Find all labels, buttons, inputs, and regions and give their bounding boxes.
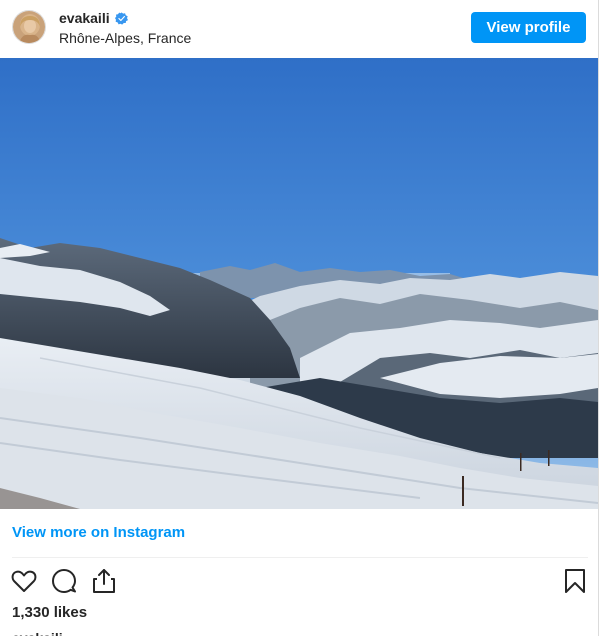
bookmark-icon[interactable] bbox=[561, 567, 589, 595]
location[interactable]: Rhône-Alpes, France bbox=[59, 29, 191, 47]
verified-badge-icon bbox=[114, 11, 128, 25]
comment-icon[interactable] bbox=[50, 567, 78, 595]
username-row: evakaili bbox=[59, 9, 128, 27]
view-more-link[interactable]: View more on Instagram bbox=[12, 523, 185, 543]
view-profile-button[interactable]: View profile bbox=[471, 12, 586, 43]
divider bbox=[12, 557, 588, 558]
post-header: evakaili Rhône-Alpes, France View profil… bbox=[0, 0, 598, 58]
caption-username[interactable]: evakaili bbox=[12, 629, 63, 636]
username[interactable]: evakaili bbox=[59, 9, 110, 27]
heart-icon[interactable] bbox=[10, 567, 38, 595]
avatar[interactable] bbox=[12, 10, 46, 44]
share-icon[interactable] bbox=[90, 567, 118, 595]
likes-count[interactable]: 1,330 likes bbox=[12, 603, 87, 623]
instagram-embed: evakaili Rhône-Alpes, France View profil… bbox=[0, 0, 599, 636]
post-image[interactable] bbox=[0, 58, 598, 509]
